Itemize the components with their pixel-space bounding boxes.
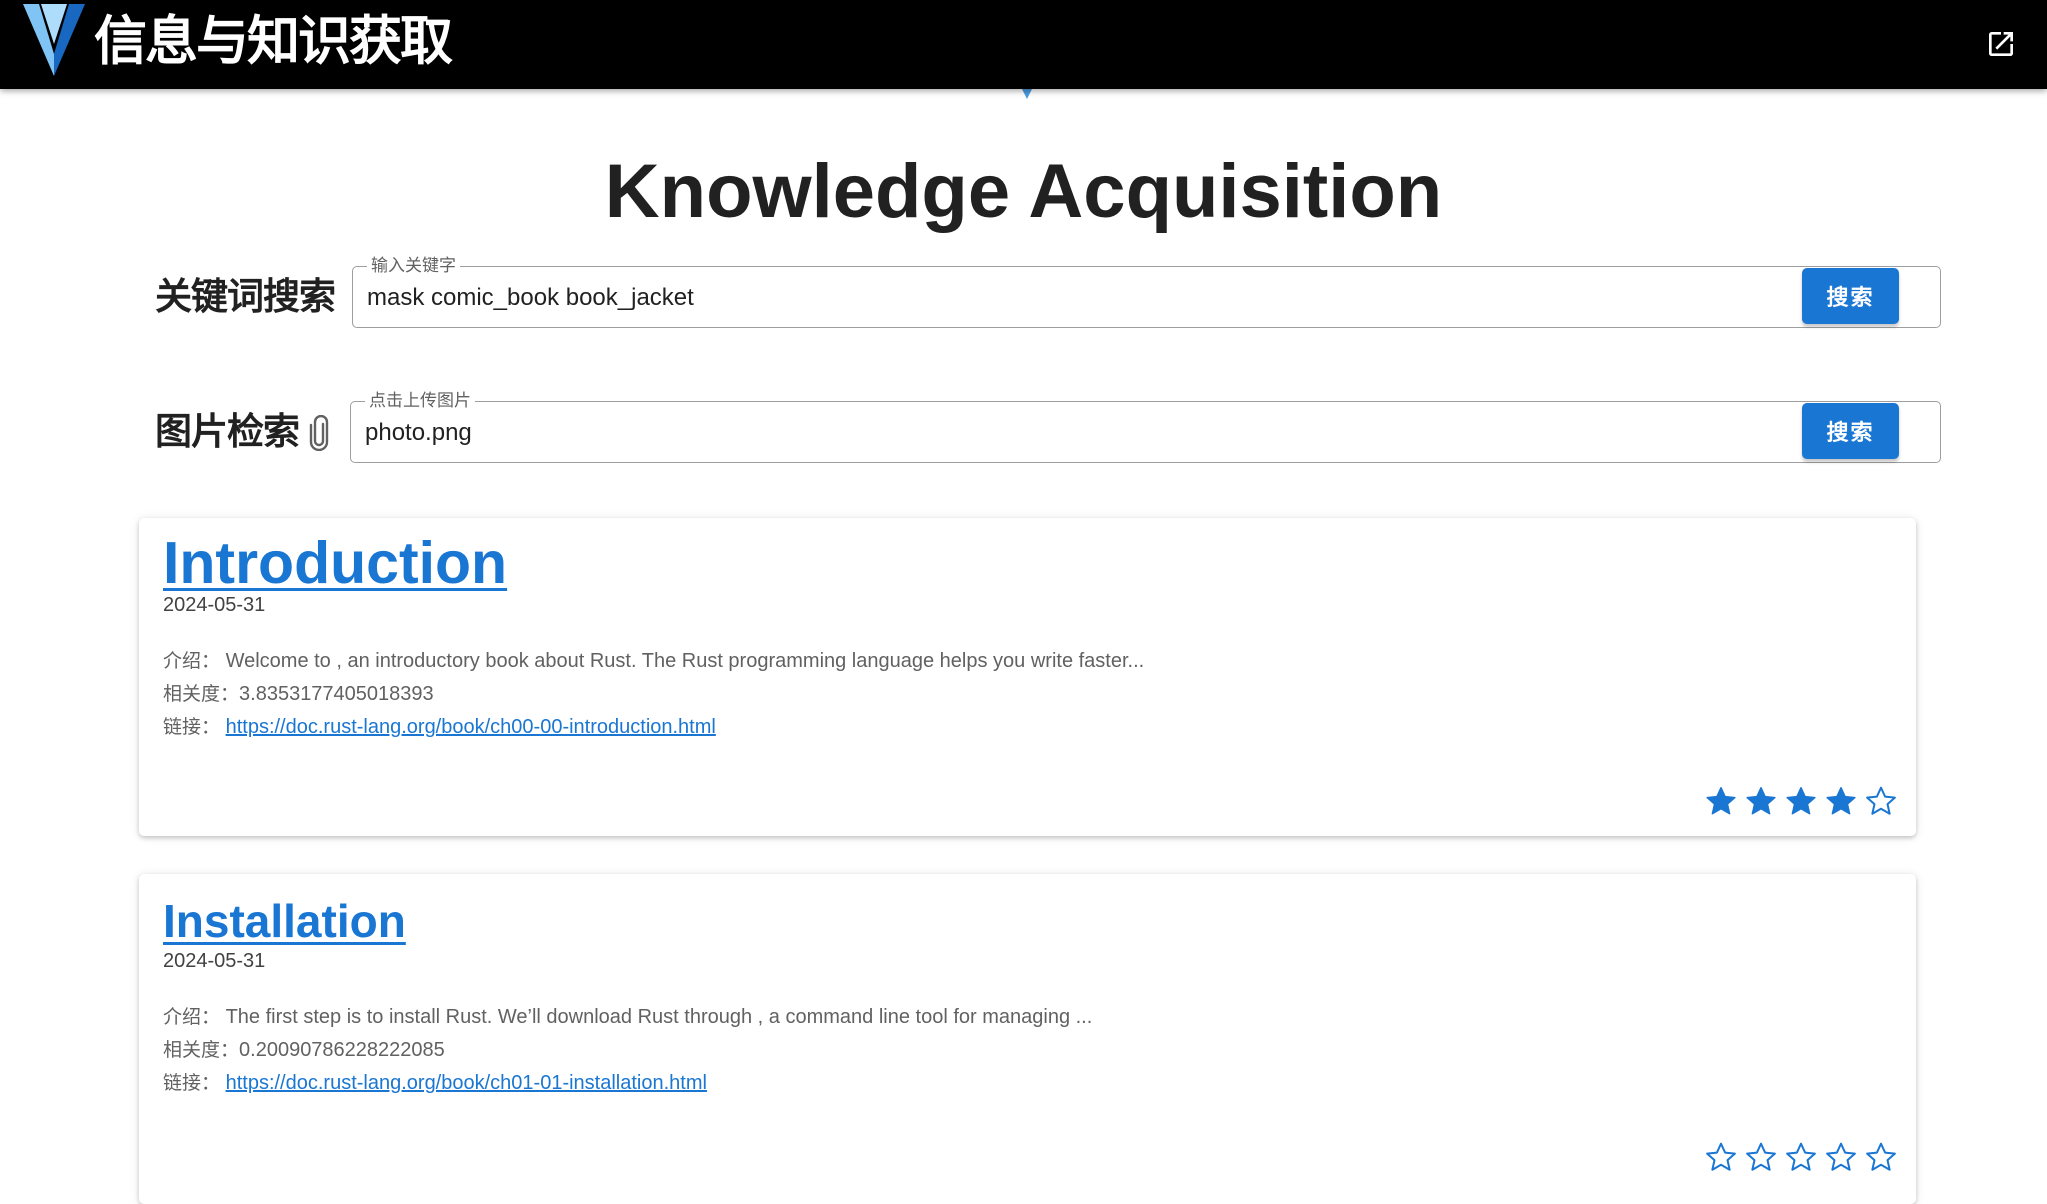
- image-upload-field[interactable]: 点击上传图片: [350, 391, 1941, 463]
- caret-down-icon: [1022, 89, 1032, 99]
- app-bar: 信息与知识获取: [0, 0, 2047, 89]
- result-intro: 介绍： Welcome to , an introductory book ab…: [163, 648, 1144, 674]
- rating-stars[interactable]: [1704, 1140, 1898, 1176]
- result-intro: 介绍： The first step is to install Rust. W…: [163, 1004, 1092, 1030]
- star-outline-icon[interactable]: [1704, 1140, 1738, 1174]
- open-in-new-icon: [1989, 32, 2013, 56]
- result-link[interactable]: https://doc.rust-lang.org/book/ch00-00-i…: [226, 716, 716, 738]
- intro-text: The first step is to install Rust. We’ll…: [225, 1006, 1093, 1028]
- relevance-value: 3.8353177405018393: [239, 683, 434, 705]
- page-title: Knowledge Acquisition: [604, 149, 1443, 234]
- star-filled-icon[interactable]: [1704, 784, 1738, 818]
- result-card: Installation 2024-05-31 介绍： The first st…: [139, 874, 1916, 1204]
- star-filled-icon[interactable]: [1784, 784, 1818, 818]
- link-label: 链接：: [163, 716, 221, 738]
- star-filled-icon[interactable]: [1744, 784, 1778, 818]
- keyword-input[interactable]: [367, 281, 1926, 315]
- star-filled-icon[interactable]: [1824, 784, 1858, 818]
- result-relevance: 相关度：0.20090786228222085: [163, 1037, 445, 1063]
- result-title[interactable]: Installation: [163, 894, 406, 948]
- open-in-new-button[interactable]: [1977, 20, 2025, 68]
- result-link-line: 链接： https://doc.rust-lang.org/book/ch00-…: [163, 714, 716, 740]
- image-file-input[interactable]: [365, 416, 1926, 450]
- star-outline-icon[interactable]: [1744, 1140, 1778, 1174]
- image-search-row: 图片检索 点击上传图片 搜索: [155, 391, 1941, 463]
- relevance-value: 0.20090786228222085: [239, 1039, 445, 1061]
- rating-stars[interactable]: [1704, 784, 1898, 820]
- relevance-label: 相关度：: [163, 1039, 240, 1061]
- result-title[interactable]: Introduction: [163, 530, 507, 596]
- intro-label: 介绍：: [163, 650, 221, 672]
- vuetify-logo-icon: [23, 4, 85, 76]
- image-search-label: 图片检索: [155, 410, 300, 453]
- intro-label: 介绍：: [163, 1006, 221, 1028]
- result-date: 2024-05-31: [163, 950, 266, 972]
- result-card: Introduction 2024-05-31 介绍： Welcome to ,…: [139, 518, 1916, 836]
- link-label: 链接：: [163, 1072, 221, 1094]
- intro-text: Welcome to , an introductory book about …: [225, 650, 1145, 672]
- image-upload-field-label: 点击上传图片: [365, 391, 475, 411]
- star-outline-icon[interactable]: [1864, 1140, 1898, 1174]
- relevance-label: 相关度：: [163, 683, 240, 705]
- result-link[interactable]: https://doc.rust-lang.org/book/ch01-01-i…: [226, 1072, 707, 1094]
- star-outline-icon[interactable]: [1784, 1140, 1818, 1174]
- keyword-field-label: 输入关键字: [367, 256, 460, 276]
- keyword-field[interactable]: 输入关键字: [352, 256, 1941, 328]
- result-link-line: 链接： https://doc.rust-lang.org/book/ch01-…: [163, 1070, 707, 1096]
- star-outline-icon[interactable]: [1824, 1140, 1858, 1174]
- app-title: 信息与知识获取: [94, 11, 453, 72]
- paperclip-icon[interactable]: [308, 415, 330, 451]
- image-search-button[interactable]: 搜索: [1802, 403, 1899, 459]
- result-relevance: 相关度：3.8353177405018393: [163, 681, 434, 707]
- keyword-search-label: 关键词搜索: [155, 275, 336, 318]
- star-outline-icon[interactable]: [1864, 784, 1898, 818]
- keyword-search-row: 关键词搜索 输入关键字 搜索: [155, 256, 1941, 328]
- keyword-search-button[interactable]: 搜索: [1802, 268, 1899, 324]
- result-date: 2024-05-31: [163, 594, 266, 616]
